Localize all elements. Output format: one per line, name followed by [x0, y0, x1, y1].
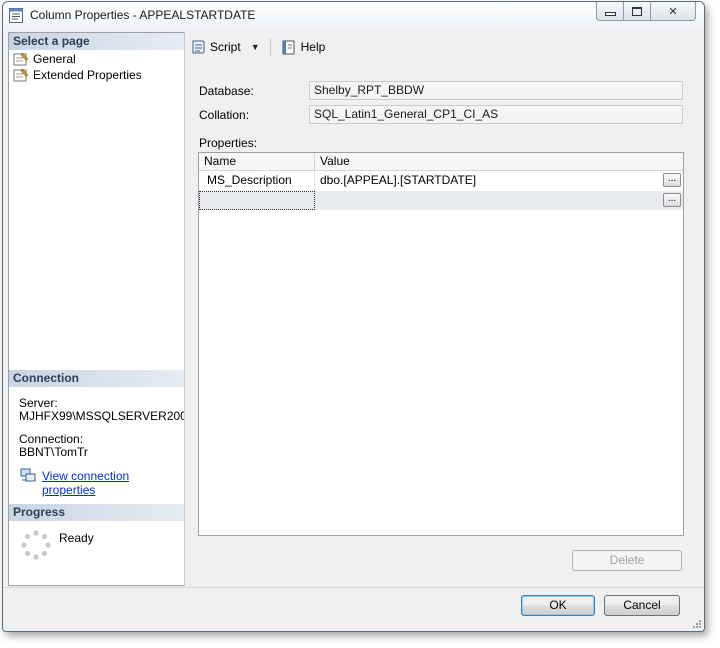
server-value: MJHFX99\MSSQLSERVER2008R: [19, 409, 184, 423]
property-value-cell[interactable]: [315, 191, 661, 210]
table-row[interactable]: MS_Description dbo.[APPEAL].[STARTDATE] …: [199, 171, 683, 190]
page-wrench-icon: [13, 68, 29, 82]
left-pane: Select a page General Extended Propertie…: [8, 32, 185, 586]
database-field[interactable]: Shelby_RPT_BBDW: [309, 81, 683, 100]
footer-divider: [3, 587, 704, 588]
column-header-name[interactable]: Name: [199, 153, 315, 170]
toolbar-separator: [269, 38, 271, 56]
resize-grip-icon[interactable]: [692, 619, 702, 629]
maximize-button[interactable]: [623, 2, 651, 21]
properties-grid: Name Value MS_Description dbo.[APPEAL].[…: [198, 152, 684, 536]
progress-status: Ready: [59, 531, 94, 545]
page-item-label: General: [33, 52, 76, 66]
minimize-icon: [604, 11, 616, 16]
ok-button[interactable]: OK: [521, 595, 595, 616]
column-properties-dialog: Column Properties - APPEALSTARTDATE ✕ Se…: [2, 1, 705, 632]
table-row-new[interactable]: ...: [199, 191, 683, 210]
column-header-value[interactable]: Value: [315, 153, 683, 170]
select-page-header: Select a page: [9, 33, 184, 50]
close-button[interactable]: ✕: [650, 2, 696, 21]
chevron-down-icon[interactable]: ▼: [251, 42, 260, 52]
script-button[interactable]: Script ▼: [186, 36, 264, 58]
property-name-cell[interactable]: [199, 191, 315, 210]
connection-value: BBNT\TomTr: [19, 445, 88, 459]
help-button[interactable]: Help: [277, 36, 330, 58]
server-label: Server:: [19, 396, 58, 410]
database-label: Database:: [199, 84, 254, 98]
collation-label: Collation:: [199, 108, 250, 122]
cancel-button[interactable]: Cancel: [604, 595, 680, 616]
properties-window-icon: [9, 8, 23, 23]
connection-header: Connection: [9, 370, 184, 387]
page-wrench-icon: [13, 52, 29, 66]
properties-label: Properties:: [199, 136, 258, 150]
minimize-button[interactable]: [596, 2, 624, 21]
page-item-extended-properties[interactable]: Extended Properties: [13, 67, 142, 83]
view-connection-properties-link[interactable]: View connection properties: [42, 469, 184, 497]
maximize-icon: [632, 6, 642, 16]
connection-properties-icon: [20, 468, 36, 482]
connection-label: Connection:: [19, 432, 84, 446]
toolbar: Script ▼ Help: [186, 34, 696, 60]
title-bar: Column Properties - APPEALSTARTDATE ✕: [3, 2, 704, 29]
window-title: Column Properties - APPEALSTARTDATE: [30, 8, 256, 22]
script-label: Script: [210, 40, 241, 54]
close-icon: ✕: [668, 5, 678, 18]
script-icon: [192, 40, 205, 54]
ellipsis-button[interactable]: ...: [663, 193, 681, 207]
progress-header: Progress: [9, 504, 184, 521]
ellipsis-button[interactable]: ...: [663, 173, 681, 187]
property-name-cell[interactable]: MS_Description: [199, 171, 315, 190]
grid-header: Name Value: [199, 153, 683, 171]
help-label: Help: [300, 40, 326, 54]
page-item-general[interactable]: General: [13, 51, 76, 67]
collation-field[interactable]: SQL_Latin1_General_CP1_CI_AS: [309, 105, 683, 124]
help-icon: [282, 40, 295, 55]
progress-spinner-icon: [21, 530, 51, 560]
delete-button[interactable]: Delete: [572, 550, 682, 571]
page-item-label: Extended Properties: [33, 68, 142, 82]
property-value-cell[interactable]: dbo.[APPEAL].[STARTDATE]: [315, 171, 661, 190]
